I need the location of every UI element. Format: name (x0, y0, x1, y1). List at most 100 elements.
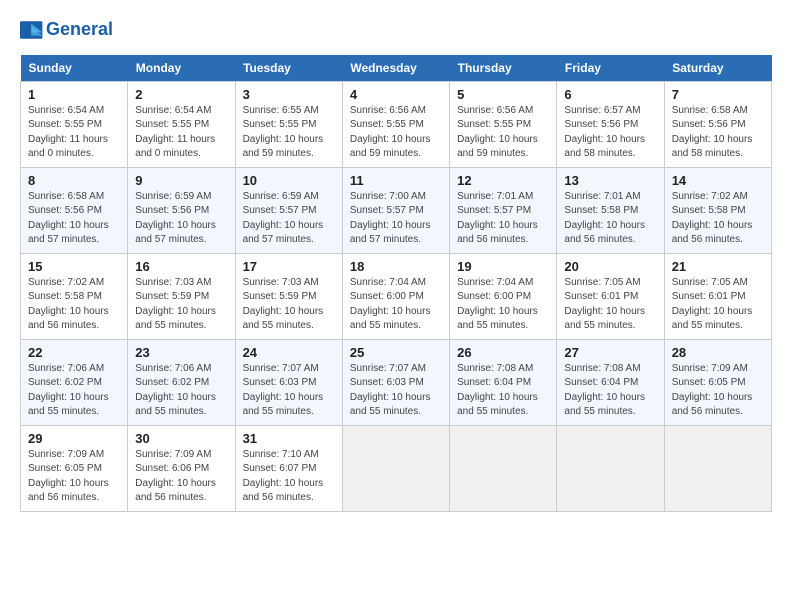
day-info: Sunrise: 7:03 AM Sunset: 5:59 PM Dayligh… (135, 277, 216, 332)
day-info: Sunrise: 7:08 AM Sunset: 6:04 PM Dayligh… (457, 363, 538, 418)
calendar-cell: 15 Sunrise: 7:02 AM Sunset: 5:58 PM Dayl… (21, 253, 128, 339)
calendar-cell: 2 Sunrise: 6:54 AM Sunset: 5:55 PM Dayli… (128, 81, 235, 167)
calendar-cell (450, 425, 557, 511)
col-header-monday: Monday (128, 55, 235, 82)
day-number: 25 (350, 345, 442, 360)
day-info: Sunrise: 7:09 AM Sunset: 6:06 PM Dayligh… (135, 449, 216, 504)
day-info: Sunrise: 7:04 AM Sunset: 6:00 PM Dayligh… (350, 277, 431, 332)
calendar-cell: 28 Sunrise: 7:09 AM Sunset: 6:05 PM Dayl… (664, 339, 771, 425)
calendar-cell (557, 425, 664, 511)
day-info: Sunrise: 7:09 AM Sunset: 6:05 PM Dayligh… (28, 449, 109, 504)
day-info: Sunrise: 7:04 AM Sunset: 6:00 PM Dayligh… (457, 277, 538, 332)
day-info: Sunrise: 6:58 AM Sunset: 5:56 PM Dayligh… (672, 105, 753, 160)
day-number: 20 (564, 259, 656, 274)
day-info: Sunrise: 7:02 AM Sunset: 5:58 PM Dayligh… (28, 277, 109, 332)
calendar-cell: 8 Sunrise: 6:58 AM Sunset: 5:56 PM Dayli… (21, 167, 128, 253)
calendar-cell: 23 Sunrise: 7:06 AM Sunset: 6:02 PM Dayl… (128, 339, 235, 425)
calendar-cell: 30 Sunrise: 7:09 AM Sunset: 6:06 PM Dayl… (128, 425, 235, 511)
calendar-cell: 11 Sunrise: 7:00 AM Sunset: 5:57 PM Dayl… (342, 167, 449, 253)
calendar-cell (664, 425, 771, 511)
calendar-table: SundayMondayTuesdayWednesdayThursdayFrid… (20, 55, 772, 512)
day-info: Sunrise: 7:03 AM Sunset: 5:59 PM Dayligh… (243, 277, 324, 332)
day-info: Sunrise: 6:54 AM Sunset: 5:55 PM Dayligh… (135, 105, 215, 160)
calendar-cell: 18 Sunrise: 7:04 AM Sunset: 6:00 PM Dayl… (342, 253, 449, 339)
day-info: Sunrise: 7:01 AM Sunset: 5:57 PM Dayligh… (457, 191, 538, 246)
day-number: 26 (457, 345, 549, 360)
day-info: Sunrise: 6:56 AM Sunset: 5:55 PM Dayligh… (350, 105, 431, 160)
day-info: Sunrise: 6:59 AM Sunset: 5:57 PM Dayligh… (243, 191, 324, 246)
calendar-cell: 21 Sunrise: 7:05 AM Sunset: 6:01 PM Dayl… (664, 253, 771, 339)
day-number: 2 (135, 87, 227, 102)
calendar-cell: 26 Sunrise: 7:08 AM Sunset: 6:04 PM Dayl… (450, 339, 557, 425)
day-info: Sunrise: 7:05 AM Sunset: 6:01 PM Dayligh… (564, 277, 645, 332)
calendar-cell: 16 Sunrise: 7:03 AM Sunset: 5:59 PM Dayl… (128, 253, 235, 339)
day-info: Sunrise: 6:56 AM Sunset: 5:55 PM Dayligh… (457, 105, 538, 160)
day-number: 14 (672, 173, 764, 188)
calendar-cell: 22 Sunrise: 7:06 AM Sunset: 6:02 PM Dayl… (21, 339, 128, 425)
day-number: 19 (457, 259, 549, 274)
day-number: 10 (243, 173, 335, 188)
col-header-sunday: Sunday (21, 55, 128, 82)
calendar-cell: 13 Sunrise: 7:01 AM Sunset: 5:58 PM Dayl… (557, 167, 664, 253)
calendar-cell: 10 Sunrise: 6:59 AM Sunset: 5:57 PM Dayl… (235, 167, 342, 253)
day-number: 27 (564, 345, 656, 360)
day-info: Sunrise: 6:55 AM Sunset: 5:55 PM Dayligh… (243, 105, 324, 160)
day-number: 12 (457, 173, 549, 188)
col-header-wednesday: Wednesday (342, 55, 449, 82)
day-number: 16 (135, 259, 227, 274)
calendar-cell: 17 Sunrise: 7:03 AM Sunset: 5:59 PM Dayl… (235, 253, 342, 339)
day-info: Sunrise: 7:08 AM Sunset: 6:04 PM Dayligh… (564, 363, 645, 418)
calendar-cell: 9 Sunrise: 6:59 AM Sunset: 5:56 PM Dayli… (128, 167, 235, 253)
calendar-cell: 19 Sunrise: 7:04 AM Sunset: 6:00 PM Dayl… (450, 253, 557, 339)
day-number: 5 (457, 87, 549, 102)
calendar-cell: 27 Sunrise: 7:08 AM Sunset: 6:04 PM Dayl… (557, 339, 664, 425)
day-info: Sunrise: 6:57 AM Sunset: 5:56 PM Dayligh… (564, 105, 645, 160)
day-number: 1 (28, 87, 120, 102)
calendar-cell: 24 Sunrise: 7:07 AM Sunset: 6:03 PM Dayl… (235, 339, 342, 425)
day-number: 11 (350, 173, 442, 188)
calendar-cell: 20 Sunrise: 7:05 AM Sunset: 6:01 PM Dayl… (557, 253, 664, 339)
day-number: 29 (28, 431, 120, 446)
day-info: Sunrise: 7:07 AM Sunset: 6:03 PM Dayligh… (243, 363, 324, 418)
day-info: Sunrise: 7:06 AM Sunset: 6:02 PM Dayligh… (135, 363, 216, 418)
day-number: 23 (135, 345, 227, 360)
day-number: 24 (243, 345, 335, 360)
day-info: Sunrise: 7:06 AM Sunset: 6:02 PM Dayligh… (28, 363, 109, 418)
col-header-saturday: Saturday (664, 55, 771, 82)
day-info: Sunrise: 7:01 AM Sunset: 5:58 PM Dayligh… (564, 191, 645, 246)
day-info: Sunrise: 7:05 AM Sunset: 6:01 PM Dayligh… (672, 277, 753, 332)
day-info: Sunrise: 7:02 AM Sunset: 5:58 PM Dayligh… (672, 191, 753, 246)
day-number: 21 (672, 259, 764, 274)
day-number: 17 (243, 259, 335, 274)
calendar-cell: 29 Sunrise: 7:09 AM Sunset: 6:05 PM Dayl… (21, 425, 128, 511)
calendar-cell: 25 Sunrise: 7:07 AM Sunset: 6:03 PM Dayl… (342, 339, 449, 425)
day-number: 7 (672, 87, 764, 102)
day-info: Sunrise: 6:58 AM Sunset: 5:56 PM Dayligh… (28, 191, 109, 246)
day-info: Sunrise: 7:10 AM Sunset: 6:07 PM Dayligh… (243, 449, 324, 504)
calendar-cell: 14 Sunrise: 7:02 AM Sunset: 5:58 PM Dayl… (664, 167, 771, 253)
day-number: 28 (672, 345, 764, 360)
day-number: 31 (243, 431, 335, 446)
calendar-cell: 4 Sunrise: 6:56 AM Sunset: 5:55 PM Dayli… (342, 81, 449, 167)
calendar-cell: 3 Sunrise: 6:55 AM Sunset: 5:55 PM Dayli… (235, 81, 342, 167)
day-info: Sunrise: 7:00 AM Sunset: 5:57 PM Dayligh… (350, 191, 431, 246)
logo-text: General (46, 20, 113, 40)
calendar-cell: 7 Sunrise: 6:58 AM Sunset: 5:56 PM Dayli… (664, 81, 771, 167)
day-number: 15 (28, 259, 120, 274)
col-header-thursday: Thursday (450, 55, 557, 82)
calendar-cell: 5 Sunrise: 6:56 AM Sunset: 5:55 PM Dayli… (450, 81, 557, 167)
day-number: 4 (350, 87, 442, 102)
day-info: Sunrise: 7:07 AM Sunset: 6:03 PM Dayligh… (350, 363, 431, 418)
calendar-cell: 31 Sunrise: 7:10 AM Sunset: 6:07 PM Dayl… (235, 425, 342, 511)
day-number: 8 (28, 173, 120, 188)
logo-icon (20, 21, 44, 39)
day-info: Sunrise: 6:59 AM Sunset: 5:56 PM Dayligh… (135, 191, 216, 246)
day-number: 22 (28, 345, 120, 360)
day-number: 18 (350, 259, 442, 274)
day-number: 13 (564, 173, 656, 188)
calendar-cell (342, 425, 449, 511)
day-number: 9 (135, 173, 227, 188)
col-header-friday: Friday (557, 55, 664, 82)
calendar-cell: 1 Sunrise: 6:54 AM Sunset: 5:55 PM Dayli… (21, 81, 128, 167)
day-number: 30 (135, 431, 227, 446)
